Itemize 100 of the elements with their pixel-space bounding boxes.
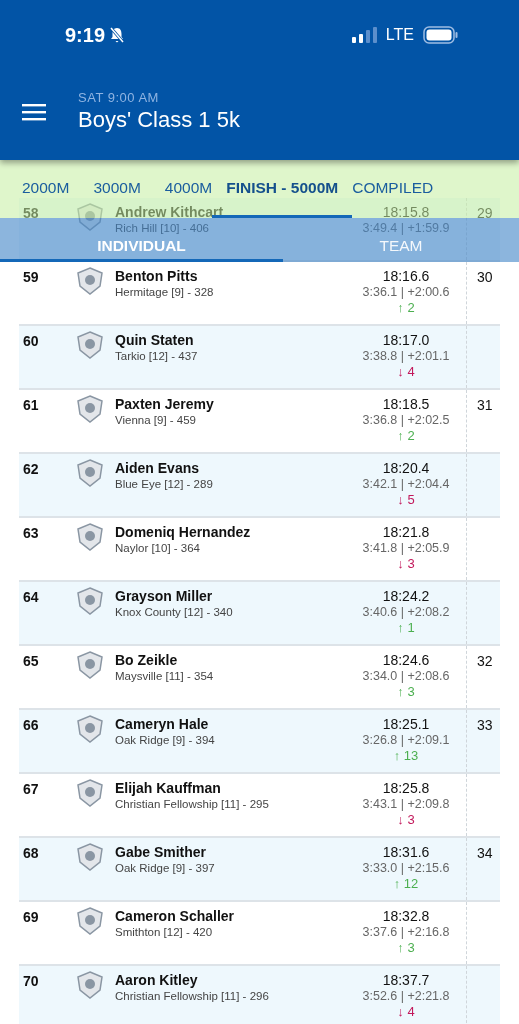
school-info: Christian Fellowship [11] - 296: [115, 990, 269, 1002]
team-logo-icon: [75, 778, 105, 808]
split-times: 3:33.0 | +2:15.6: [362, 861, 450, 875]
finish-time: 18:24.6: [382, 652, 430, 668]
split-times: 3:37.6 | +2:16.8: [362, 925, 450, 939]
split-tab[interactable]: FINISH - 5000M: [226, 179, 339, 197]
status-time: 9:19: [65, 23, 106, 47]
split-times: 3:26.8 | +2:09.1: [362, 733, 450, 747]
finish-time: 18:17.0: [382, 332, 430, 348]
split-times: 3:49.4 | +1:59.9: [362, 221, 450, 235]
team-logo-icon: [75, 394, 105, 424]
school-info: Oak Ridge [9] - 394: [115, 734, 215, 746]
split-times: 3:43.1 | +2:09.8: [362, 797, 450, 811]
position-change: ↑ 3: [397, 684, 415, 699]
team-place: 29: [477, 205, 493, 221]
place-number: 68: [22, 844, 40, 861]
position-change: ↓ 5: [397, 492, 415, 507]
finish-time: 18:32.8: [382, 908, 430, 924]
team-place: 34: [477, 845, 493, 861]
runner-name: Elijah Kauffman: [115, 780, 221, 796]
split-times: 3:38.8 | +2:01.1: [362, 349, 450, 363]
school-info: Blue Eye [12] - 289: [115, 478, 213, 490]
place-number: 58: [22, 204, 40, 221]
finish-time: 18:16.6: [382, 268, 430, 284]
place-number: 67: [22, 780, 40, 797]
team-place: 32: [477, 653, 493, 669]
split-times: 3:52.6 | +2:21.8: [362, 989, 450, 1003]
finish-time: 18:37.7: [382, 972, 430, 988]
menu-icon: [22, 102, 46, 121]
school-info: Smithton [12] - 420: [115, 926, 213, 938]
event-title: Boys' Class 1 5k: [78, 107, 240, 133]
split-times: 3:40.6 | +2:08.2: [362, 605, 450, 619]
split-times: 3:34.0 | +2:08.6: [362, 669, 450, 683]
network-label: LTE: [385, 26, 414, 44]
place-number: 66: [22, 716, 40, 733]
place-number: 62: [22, 460, 40, 477]
menu-button[interactable]: [22, 102, 46, 121]
place-number: 70: [22, 972, 40, 989]
school-info: Vienna [9] - 459: [115, 414, 196, 426]
school-info: Naylor [10] - 364: [115, 542, 200, 554]
team-logo-icon: [75, 330, 105, 360]
split-tab[interactable]: 4000M: [164, 179, 213, 197]
split-times: 3:36.8 | +2:02.5: [362, 413, 450, 427]
split-tab[interactable]: COMPILED: [352, 179, 434, 197]
finish-time: 18:31.6: [382, 844, 430, 860]
place-number: 64: [22, 588, 40, 605]
split-times: 3:36.1 | +2:00.6: [362, 285, 450, 299]
split-tab[interactable]: 3000M: [93, 179, 141, 197]
runner-name: Paxten Jeremy: [115, 396, 214, 412]
signal-icon: [351, 27, 378, 43]
school-info: Christian Fellowship [11] - 295: [115, 798, 269, 810]
position-change: ↓ 3: [397, 556, 415, 571]
muted-bell-icon: [109, 26, 126, 44]
team-logo-icon: [75, 970, 105, 1000]
position-change: ↑ 12: [393, 876, 419, 891]
team-logo-icon: [75, 586, 105, 616]
school-info: Tarkio [12] - 437: [115, 350, 198, 362]
runner-name: Domeniq Hernandez: [115, 524, 251, 540]
runner-name: Aaron Kitley: [115, 972, 198, 988]
place-number: 59: [22, 268, 40, 285]
position-change: ↑ 1: [397, 620, 415, 635]
runner-name: Grayson Miller: [115, 588, 213, 604]
place-number: 61: [22, 396, 40, 413]
finish-time: 18:25.1: [382, 716, 430, 732]
position-change: ↓ 4: [397, 1004, 415, 1019]
team-logo-icon: [75, 714, 105, 744]
event-time: SAT 9:00 AM: [78, 90, 159, 105]
finish-time: 18:25.8: [382, 780, 430, 796]
runner-name: Andrew Kithcart: [115, 204, 224, 220]
runner-name: Benton Pitts: [115, 268, 198, 284]
finish-time: 18:21.8: [382, 524, 430, 540]
place-number: 65: [22, 652, 40, 669]
position-change: ↓ 4: [397, 364, 415, 379]
team-logo-icon: [75, 650, 105, 680]
school-info: Oak Ridge [9] - 397: [115, 862, 215, 874]
team-logo-icon: [75, 906, 105, 936]
finish-time: 18:24.2: [382, 588, 430, 604]
battery-icon: [423, 26, 459, 44]
split-times: 3:41.8 | +2:05.9: [362, 541, 450, 555]
school-info: Maysville [11] - 354: [115, 670, 214, 682]
position-change: ↑ 2: [397, 300, 415, 315]
runner-name: Quin Staten: [115, 332, 194, 348]
runner-name: Cameryn Hale: [115, 716, 209, 732]
runner-name: Aiden Evans: [115, 460, 200, 476]
split-times: 3:42.1 | +2:04.4: [362, 477, 450, 491]
finish-time: 18:15.8: [382, 204, 430, 220]
school-info: Hermitage [9] - 328: [115, 286, 214, 298]
runner-name: Gabe Smither: [115, 844, 207, 860]
team-logo-icon: [75, 522, 105, 552]
team-place: 33: [477, 717, 493, 733]
team-logo-icon: [75, 266, 105, 296]
runner-name: Bo Zeikle: [115, 652, 178, 668]
team-logo-icon: [75, 842, 105, 872]
split-tab[interactable]: 2000M: [22, 179, 70, 197]
team-place: 30: [477, 269, 493, 285]
position-change: ↑ 2: [397, 428, 415, 443]
team-place: 31: [477, 397, 493, 413]
position-change: ↑ 3: [397, 940, 415, 955]
runner-name: Cameron Schaller: [115, 908, 235, 924]
place-number: 69: [22, 908, 40, 925]
